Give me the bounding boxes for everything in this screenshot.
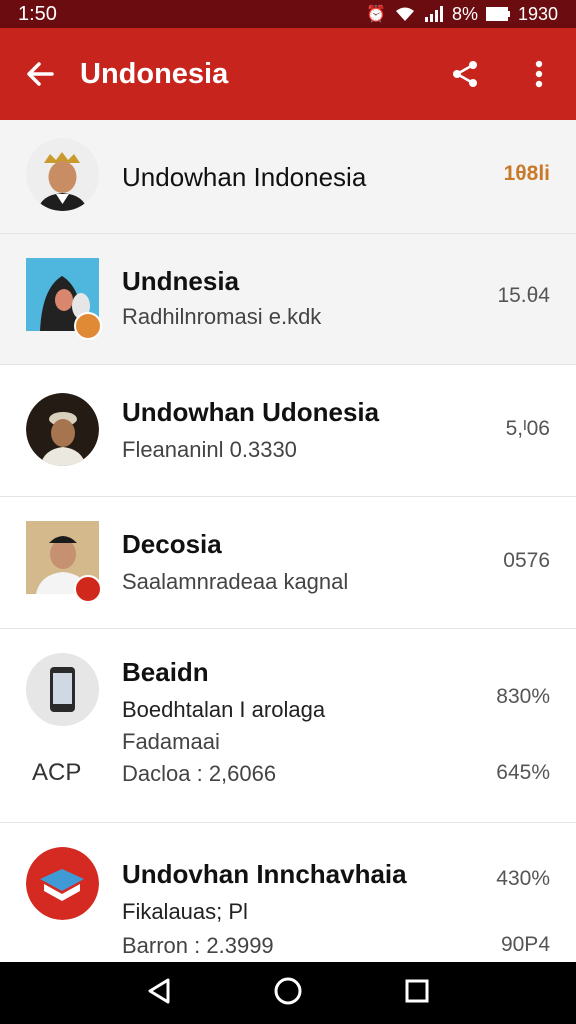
list-item-title: Decosia (122, 529, 222, 559)
list-item-subtitle: Saalamnradeaa kagnal (122, 569, 349, 594)
list-item[interactable]: Undowhan Udonesia Fleananinl 0.3330 5,ᴵ0… (0, 365, 576, 497)
list-item-value: 15.θ4 (497, 284, 550, 307)
phone-icon (26, 653, 99, 726)
list-item-title: Undnesia (122, 266, 240, 296)
status-badge (74, 312, 102, 340)
list-item-subtitle: Boedhtalan I arolaga (122, 697, 326, 722)
person-hat-avatar (26, 393, 99, 466)
arrow-back-icon (27, 62, 54, 86)
result-list: Undowhan Indonesia 1θ8li Undnesia Radhil… (0, 120, 576, 962)
list-item-title: Undowhan Udonesia (122, 397, 380, 427)
avatar (26, 138, 99, 211)
wifi-icon (395, 7, 414, 21)
list-item-subtitle-2: Fadamaai (122, 729, 220, 754)
avatar (26, 847, 99, 920)
more-vert-icon (535, 60, 543, 88)
avatar (26, 653, 99, 726)
person-crown-avatar (26, 138, 99, 211)
list-item-value-2: 645% (496, 761, 550, 784)
back-button[interactable] (0, 28, 80, 120)
status-icons: ⏰ 8% 1930 (366, 4, 558, 25)
circle-home-icon (274, 977, 302, 1004)
list-item-subtitle: Fikalauas; Pl (122, 899, 248, 924)
battery-percent: 8% (451, 3, 478, 24)
status-bar: 1:50 ⏰ 8% 1930 (0, 0, 576, 28)
list-item-subtitle: Radhilnromasi e.kdk (122, 304, 322, 329)
list-item-value: 0576 (503, 549, 550, 572)
nav-home-button[interactable] (273, 976, 303, 1011)
triangle-back-icon (148, 978, 170, 1003)
list-item-value-2: 90P4 (500, 933, 550, 956)
list-item-title: Undowhan Indonesia (122, 162, 367, 192)
system-nav-bar (0, 962, 576, 1024)
list-item-title: Undovhan Innchavhaia (122, 859, 407, 889)
status-badge (74, 575, 102, 603)
list-item-value: 5,ᴵ06 (505, 417, 550, 440)
share-icon (453, 61, 477, 87)
list-item-detail: Dacloa : 2,6066 (122, 761, 277, 786)
square-recents-icon (405, 979, 429, 1002)
book-icon (26, 847, 99, 920)
list-item-value: 830% (496, 685, 550, 708)
list-item[interactable]: Undowhan Indonesia 1θ8li (0, 120, 576, 234)
avatar (26, 393, 99, 466)
battery-icon (485, 7, 510, 21)
status-time: 1:50 (18, 2, 57, 25)
nav-recents-button[interactable] (404, 978, 430, 1009)
status-clock-right: 1930 (517, 3, 558, 24)
list-item[interactable]: ACP Beaidn Boedhtalan I arolaga Fadamaai… (0, 629, 576, 823)
side-tag: ACP (32, 759, 82, 786)
list-item-value: 430% (496, 867, 550, 890)
alarm-icon: ⏰ (366, 6, 386, 23)
list-item-value: 1θ8li (503, 162, 550, 185)
signal-icon (424, 6, 443, 22)
share-button[interactable] (428, 28, 502, 120)
nav-back-button[interactable] (146, 977, 172, 1010)
list-item[interactable]: Undnesia Radhilnromasi e.kdk 15.θ4 (0, 234, 576, 365)
list-item[interactable]: Decosia Saalamnradeaa kagnal 0576 (0, 497, 576, 629)
list-item-title: Beaidn (122, 657, 209, 687)
page-title: Undonesia (80, 57, 229, 90)
app-bar: Undonesia (0, 28, 576, 120)
list-item-detail: Barron : 2.3999 (122, 933, 274, 958)
list-item-subtitle: Fleananinl 0.3330 (122, 437, 297, 462)
more-options-button[interactable] (502, 28, 576, 120)
list-item[interactable]: Undovhan Innchavhaia Fikalauas; Pl Barro… (0, 823, 576, 962)
